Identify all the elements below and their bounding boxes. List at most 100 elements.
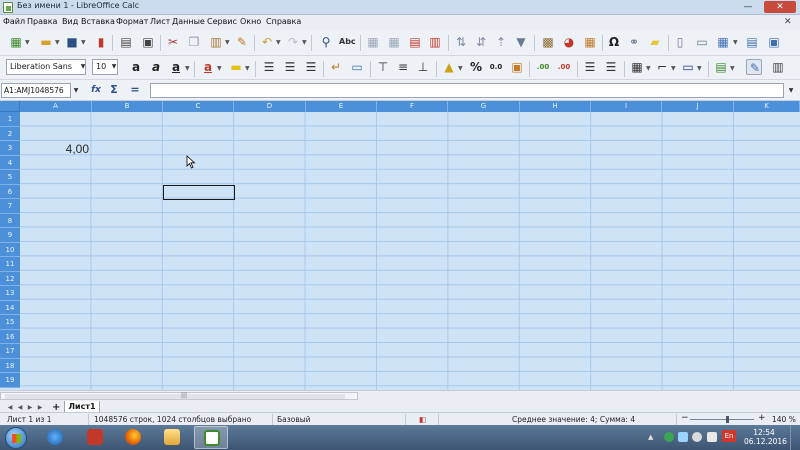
column-header-e[interactable]: E bbox=[306, 101, 377, 112]
column-header-i[interactable]: I bbox=[591, 101, 662, 112]
zoom-slider[interactable] bbox=[690, 419, 754, 420]
align-left-button[interactable]: ☰ bbox=[261, 59, 277, 75]
zoom-level[interactable]: 140 % bbox=[772, 415, 796, 424]
row-header[interactable]: 3 bbox=[0, 141, 20, 156]
spreadsheet-grid[interactable]: A B C D E F G H I J K 1 2 3 4 5 6 7 8 9 … bbox=[0, 101, 800, 390]
currency-button[interactable]: ▲ bbox=[441, 59, 457, 75]
export-pdf-button[interactable]: ▮ bbox=[93, 34, 109, 50]
row-header[interactable]: 15 bbox=[0, 315, 20, 330]
spellcheck-button[interactable]: Abc bbox=[339, 34, 356, 50]
border-color-button[interactable]: ▭ bbox=[680, 59, 696, 75]
comment-button[interactable]: ▰ bbox=[647, 34, 663, 50]
row-header[interactable]: 6 bbox=[0, 185, 20, 199]
column-button[interactable]: ▦ bbox=[386, 34, 402, 50]
minimize-button[interactable]: — bbox=[740, 1, 756, 13]
percent-button[interactable]: % bbox=[468, 59, 484, 75]
date-format-button[interactable]: ▣ bbox=[509, 59, 525, 75]
insert-rows-button[interactable]: ▤ bbox=[407, 34, 423, 50]
system-clock[interactable]: 12:54 06.12.2016 bbox=[744, 428, 787, 446]
row-header[interactable]: 12 bbox=[0, 272, 20, 286]
remove-decimal-button[interactable]: .00 bbox=[556, 59, 572, 75]
define-print-area-button[interactable]: ▭ bbox=[694, 34, 710, 50]
chevron-down-icon[interactable]: ▼ bbox=[217, 65, 223, 72]
autofilter-button[interactable]: ▼ bbox=[513, 34, 529, 50]
column-header-b[interactable]: B bbox=[92, 101, 163, 112]
chevron-down-icon[interactable]: ▼ bbox=[245, 65, 251, 72]
bold-button[interactable]: a bbox=[128, 59, 144, 75]
underline-button[interactable]: a bbox=[168, 59, 184, 75]
align-bottom-button[interactable]: ⊥ bbox=[415, 59, 431, 75]
start-button[interactable] bbox=[5, 427, 27, 449]
column-header-c[interactable]: C bbox=[163, 101, 234, 112]
chevron-down-icon[interactable]: ▼ bbox=[55, 39, 61, 46]
previous-sheet-button[interactable]: ◀ bbox=[16, 404, 24, 411]
headers-footers-button[interactable]: ▯ bbox=[672, 34, 688, 50]
language-indicator[interactable]: En bbox=[722, 430, 736, 442]
cell-a3[interactable]: 4,00 bbox=[20, 142, 91, 156]
zoom-in-button[interactable]: + bbox=[758, 413, 766, 423]
row-header[interactable]: 9 bbox=[0, 228, 20, 243]
menu-format[interactable]: Формат bbox=[116, 17, 148, 26]
security-tray-icon[interactable] bbox=[664, 432, 674, 442]
chevron-down-icon[interactable]: ▼ bbox=[646, 65, 652, 72]
menu-sheet[interactable]: Лист bbox=[150, 17, 170, 26]
cell-cursor[interactable] bbox=[163, 185, 235, 200]
new-button[interactable]: ▦ bbox=[8, 34, 24, 50]
chevron-down-icon[interactable]: ▼ bbox=[225, 39, 231, 46]
name-box[interactable]: A1:AMJ1048576 bbox=[1, 83, 71, 98]
column-header-k[interactable]: K bbox=[734, 101, 800, 112]
menu-tools[interactable]: Сервис bbox=[207, 17, 237, 26]
menu-data[interactable]: Данные bbox=[172, 17, 205, 26]
chevron-down-icon[interactable]: ▼ bbox=[697, 65, 703, 72]
menu-window[interactable]: Окно bbox=[240, 17, 261, 26]
menu-file[interactable]: Файл bbox=[3, 17, 25, 26]
chevron-down-icon[interactable]: ▼ bbox=[302, 39, 308, 46]
chevron-down-icon[interactable]: ▼ bbox=[185, 65, 191, 72]
chevron-down-icon[interactable]: ▼ bbox=[786, 84, 796, 97]
copy-button[interactable]: ❐ bbox=[186, 34, 202, 50]
volume-icon[interactable] bbox=[707, 432, 717, 442]
align-middle-button[interactable]: ≡ bbox=[395, 59, 411, 75]
next-sheet-button[interactable]: ▶ bbox=[26, 404, 34, 411]
insert-chart-button[interactable]: ◕ bbox=[561, 34, 577, 50]
column-header-g[interactable]: G bbox=[448, 101, 520, 112]
chevron-down-icon[interactable]: ▼ bbox=[81, 39, 87, 46]
row-header[interactable]: 13 bbox=[0, 286, 20, 301]
row-header[interactable]: 14 bbox=[0, 301, 20, 315]
row-header[interactable]: 10 bbox=[0, 243, 20, 257]
row-header[interactable]: 5 bbox=[0, 170, 20, 185]
undo-button[interactable]: ↶ bbox=[259, 34, 275, 50]
function-wizard-button[interactable]: fx bbox=[88, 82, 104, 98]
sidebar-button[interactable]: ▥ bbox=[770, 59, 786, 75]
chevron-down-icon[interactable]: ▼ bbox=[276, 39, 282, 46]
chevron-down-icon[interactable]: ▼ bbox=[78, 60, 88, 74]
taskbar-item-calc[interactable] bbox=[194, 426, 228, 449]
sort-ascending-button[interactable]: ⇅ bbox=[453, 34, 469, 50]
tray-expand-icon[interactable]: ▲ bbox=[648, 433, 658, 443]
row-header[interactable]: 1 bbox=[0, 112, 20, 127]
taskbar-item-explorer[interactable] bbox=[155, 426, 189, 449]
row-header[interactable]: 4 bbox=[0, 156, 20, 170]
freeze-rows-columns-button[interactable]: ▦ bbox=[715, 34, 731, 50]
row-header[interactable]: 16 bbox=[0, 330, 20, 344]
select-all-corner[interactable] bbox=[0, 101, 20, 112]
chevron-down-icon[interactable]: ▼ bbox=[25, 39, 31, 46]
chevron-down-icon[interactable]: ▼ bbox=[671, 65, 677, 72]
sum-button[interactable]: Σ bbox=[106, 82, 122, 98]
menu-help[interactable]: Справка bbox=[266, 17, 301, 26]
row-header[interactable]: 19 bbox=[0, 373, 20, 388]
last-sheet-button[interactable]: ▶ bbox=[36, 404, 44, 411]
conditional-format-button[interactable]: ▤ bbox=[713, 59, 729, 75]
border-style-button[interactable]: ⌐ bbox=[654, 59, 670, 75]
chevron-down-icon[interactable]: ▼ bbox=[730, 65, 736, 72]
row-header[interactable]: 2 bbox=[0, 127, 20, 141]
taskbar-item-app[interactable] bbox=[78, 426, 112, 449]
chevron-down-icon[interactable]: ▼ bbox=[458, 65, 464, 72]
menu-edit[interactable]: Правка bbox=[27, 17, 57, 26]
chevron-down-icon[interactable]: ▼ bbox=[110, 60, 118, 74]
paste-button[interactable]: ▥ bbox=[208, 34, 224, 50]
cut-button[interactable]: ✂ bbox=[165, 34, 181, 50]
network-tray-icon[interactable] bbox=[678, 432, 688, 442]
sidebar-toggle-button[interactable]: ✎ bbox=[746, 59, 762, 75]
background-color-button[interactable]: ▬ bbox=[228, 59, 244, 75]
